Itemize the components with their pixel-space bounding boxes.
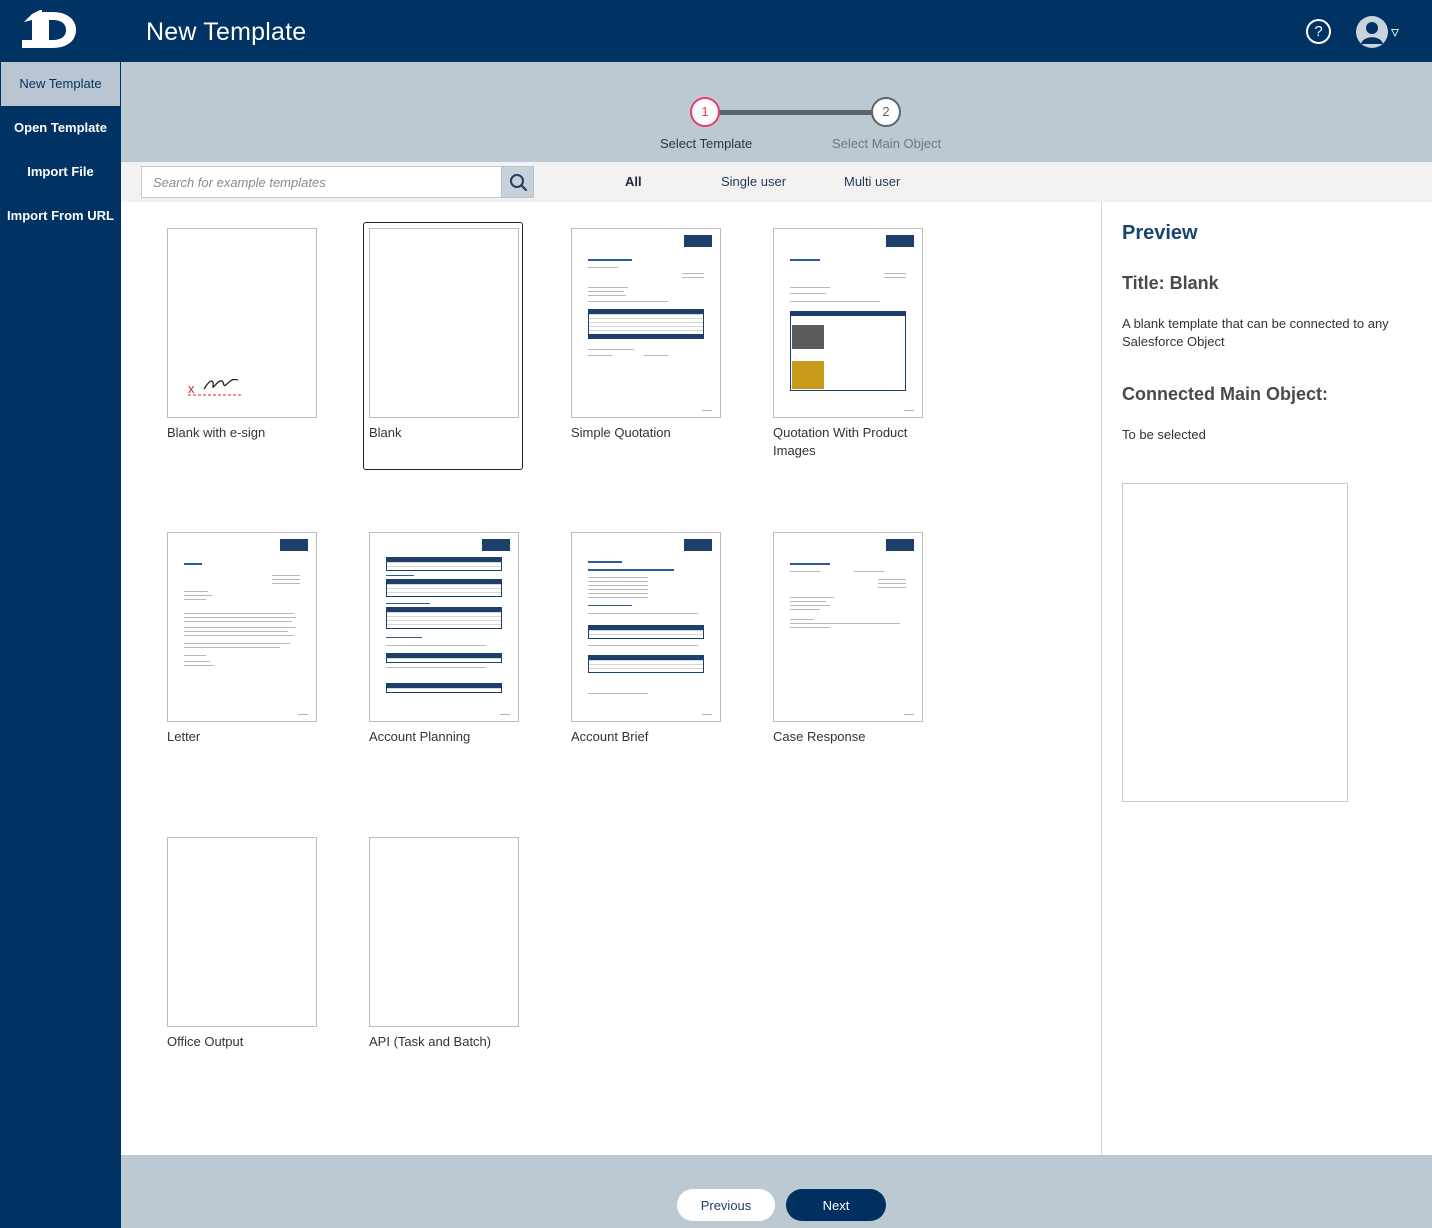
sidebar-item-import-file[interactable]: Import File: [0, 150, 121, 194]
doc-table: [386, 607, 502, 629]
search-icon: [510, 174, 528, 192]
next-button[interactable]: Next: [786, 1189, 886, 1221]
step-1-label: Select Template: [660, 136, 753, 151]
search-button[interactable]: [501, 166, 534, 198]
template-thumbnail: [167, 837, 317, 1027]
doc-table: [588, 625, 704, 639]
template-card-case-response[interactable]: Case Response: [768, 527, 928, 775]
template-thumbnail: x: [167, 228, 317, 418]
preview-heading: Preview: [1122, 222, 1198, 244]
preview-description: A blank template that can be connected t…: [1122, 316, 1389, 349]
template-thumbnail: [369, 837, 519, 1027]
template-card-office-output[interactable]: Office Output: [162, 832, 322, 1080]
template-thumbnail: [773, 532, 923, 722]
footer-bar: Previous Next: [121, 1155, 1432, 1228]
preview-thumbnail: [1122, 483, 1348, 802]
tab-single-user[interactable]: Single user: [721, 174, 786, 189]
template-card-account-brief[interactable]: Account Brief: [566, 527, 726, 775]
template-grid: x Blank with e-sign Blank Simple Quotati…: [121, 202, 1101, 1155]
doc-table: [588, 309, 704, 339]
template-thumbnail: [369, 532, 519, 722]
company-logo-placeholder: [280, 539, 308, 551]
stepper: 1 2 Select Template Select Main Object: [121, 62, 1432, 162]
template-label: Quotation With Product Images: [773, 425, 908, 458]
company-logo-placeholder: [684, 235, 712, 247]
svg-text:x: x: [188, 381, 195, 396]
user-icon: [1361, 22, 1383, 44]
template-label: Account Planning: [369, 729, 471, 744]
doc-table: [588, 655, 704, 673]
product-image: [792, 361, 824, 389]
template-thumbnail: [571, 228, 721, 418]
template-label: API (Task and Batch): [369, 1034, 492, 1049]
step-2-label: Select Main Object: [832, 136, 942, 151]
company-logo-placeholder: [482, 539, 510, 551]
company-logo-placeholder: [886, 539, 914, 551]
top-bar: New Template ? ▿: [0, 0, 1432, 62]
template-card-letter[interactable]: Letter: [162, 527, 322, 775]
tab-multi-user[interactable]: Multi user: [844, 174, 900, 189]
template-label: Office Output: [167, 1034, 244, 1049]
template-card-account-planning[interactable]: Account Planning: [364, 527, 524, 775]
template-label: Simple Quotation: [571, 425, 671, 440]
template-card-api-task-batch[interactable]: API (Task and Batch): [364, 832, 524, 1080]
esign-signature-icon: x: [188, 378, 242, 396]
template-label: Blank with e-sign: [167, 425, 266, 440]
chevron-down-icon[interactable]: ▿: [1391, 22, 1399, 42]
company-logo-placeholder: [886, 235, 914, 247]
doc-table: [386, 653, 502, 663]
connected-object-heading: Connected Main Object:: [1122, 384, 1329, 404]
sidebar-item-import-from-url[interactable]: Import From URL: [0, 194, 121, 238]
template-card-blank-esign[interactable]: x Blank with e-sign: [162, 223, 322, 471]
doc-table: [386, 557, 502, 571]
tab-all[interactable]: All: [625, 174, 642, 189]
previous-button[interactable]: Previous: [677, 1189, 775, 1221]
step-1-indicator: 1: [690, 97, 720, 127]
step-2-indicator: 2: [871, 97, 901, 127]
template-label: Account Brief: [571, 729, 649, 744]
template-thumbnail: [167, 532, 317, 722]
template-card-simple-quotation[interactable]: Simple Quotation: [566, 223, 726, 471]
filter-bar: All Single user Multi user: [121, 162, 1432, 202]
template-label: Blank: [369, 425, 402, 440]
app-logo-icon: [22, 10, 76, 48]
sidebar: New Template Open Template Import File I…: [0, 62, 121, 1228]
product-image: [792, 325, 824, 349]
template-card-blank[interactable]: Blank: [363, 222, 523, 470]
template-label: Case Response: [773, 729, 866, 744]
connected-object-value: To be selected: [1122, 427, 1206, 442]
avatar[interactable]: [1356, 16, 1388, 48]
template-thumbnail: [369, 228, 519, 418]
sidebar-item-open-template[interactable]: Open Template: [0, 106, 121, 150]
company-logo-placeholder: [684, 539, 712, 551]
template-label: Letter: [167, 729, 201, 744]
template-thumbnail: [571, 532, 721, 722]
preview-title: Title: Blank: [1122, 273, 1219, 293]
sidebar-item-new-template[interactable]: New Template: [1, 62, 120, 106]
doc-table: [386, 579, 502, 597]
stepper-connector: [719, 110, 889, 115]
search-input[interactable]: [141, 166, 501, 198]
preview-panel: Preview Title: Blank A blank template th…: [1102, 202, 1432, 1155]
doc-table: [386, 683, 502, 693]
template-thumbnail: [773, 228, 923, 418]
help-icon[interactable]: ?: [1306, 19, 1331, 44]
page-title: New Template: [146, 18, 307, 46]
template-card-quotation-images[interactable]: Quotation With Product Images: [768, 223, 928, 471]
